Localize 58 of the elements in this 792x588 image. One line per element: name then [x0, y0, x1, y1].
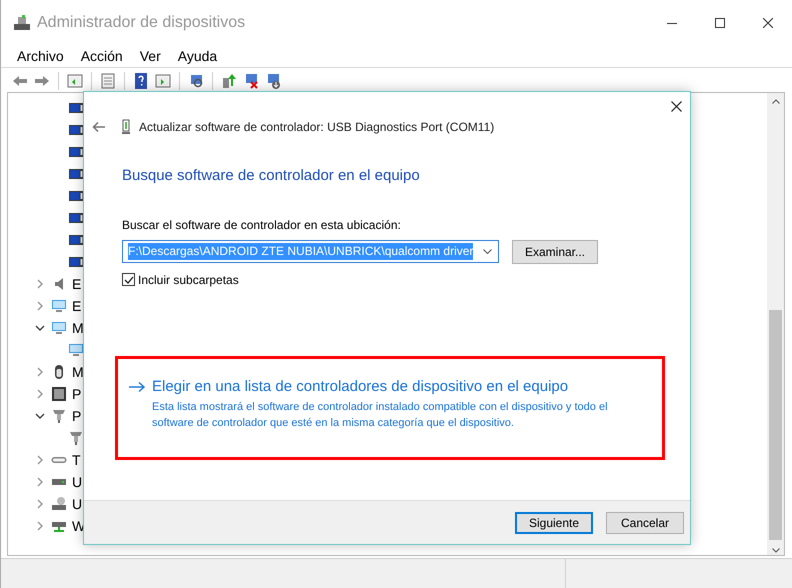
tree-item-label[interactable]: M: [72, 362, 84, 382]
help-icon[interactable]: [132, 72, 150, 90]
dropdown-caret-icon[interactable]: [483, 249, 492, 254]
scroll-up-icon[interactable]: [772, 99, 780, 104]
panel-icon[interactable]: [154, 72, 172, 90]
option-description: Esta lista mostrará el software de controlador instalado compatible con el dispositivo y todo el software de controlador que esté en la misma categoría que el dispositivo.: [152, 400, 609, 431]
properties-icon[interactable]: [99, 72, 117, 90]
scrollbar[interactable]: [767, 93, 784, 555]
highlight-box[interactable]: [115, 356, 665, 460]
tree-item-label[interactable]: P: [72, 384, 82, 404]
tree-item-label[interactable]: M: [72, 318, 84, 338]
device-manager-icon: [13, 14, 31, 32]
menu-item[interactable]: Archivo: [17, 46, 64, 66]
tree-item-label[interactable]: T: [72, 450, 81, 470]
device-icon: [68, 166, 84, 182]
chip-icon: [51, 386, 67, 402]
device-icon: [68, 254, 84, 270]
tree-item-label[interactable]: E: [72, 274, 82, 294]
right-arrow-icon: [128, 380, 146, 392]
minimize-icon[interactable]: [667, 22, 677, 24]
menu-item[interactable]: Ayuda: [178, 46, 218, 66]
menu-item[interactable]: Acción: [80, 46, 123, 66]
drive-icon: [51, 496, 67, 512]
device-icon: [68, 232, 84, 248]
checkbox[interactable]: [122, 273, 135, 286]
monitor-icon: [51, 320, 67, 336]
back-arrow-icon[interactable]: [92, 121, 106, 133]
device-icon: [68, 100, 84, 116]
update-driver-icon[interactable]: [220, 72, 238, 90]
monitor-icon: [51, 298, 67, 314]
device-icon: [68, 122, 84, 138]
window-title: Administrador de dispositivos: [37, 13, 246, 33]
dialog-button[interactable]: Siguiente: [515, 512, 593, 534]
option-link[interactable]: Elegir en una lista de controladores de dispositivo en el equipo: [152, 376, 652, 398]
menu-item[interactable]: Ver: [140, 46, 161, 66]
dialog-button[interactable]: Cancelar: [606, 512, 684, 534]
monitor-icon: [68, 342, 84, 358]
tree-item-label[interactable]: U: [72, 494, 82, 514]
tree-item-label[interactable]: P: [72, 406, 82, 426]
connector-icon: [68, 430, 84, 446]
drive-icon: [51, 479, 67, 485]
close-button[interactable]: [668, 98, 684, 114]
tree-item-label[interactable]: U: [72, 472, 82, 492]
device-icon: [68, 210, 84, 226]
checkbox-label: Incluir subcarpetas: [138, 272, 239, 288]
close-icon[interactable]: [763, 18, 773, 28]
connector-icon: [51, 408, 67, 424]
browse-button[interactable]: Examinar...: [512, 240, 598, 264]
scroll-down-icon[interactable]: [772, 548, 780, 553]
usb-plug-icon: [122, 119, 130, 135]
device-icon: [68, 144, 84, 160]
dialog-title: Actualizar software de controlador: USB Diagnostics Port (COM11): [139, 119, 494, 136]
panel-icon[interactable]: [66, 72, 84, 90]
dialog-heading: Busque software de controlador en el equipo: [122, 166, 421, 186]
location-label: Buscar el software de controlador en esta ubicación:: [122, 216, 402, 234]
tree-item-label[interactable]: E: [72, 296, 82, 316]
maximize-icon[interactable]: [715, 18, 725, 28]
device-icon: [68, 188, 84, 204]
